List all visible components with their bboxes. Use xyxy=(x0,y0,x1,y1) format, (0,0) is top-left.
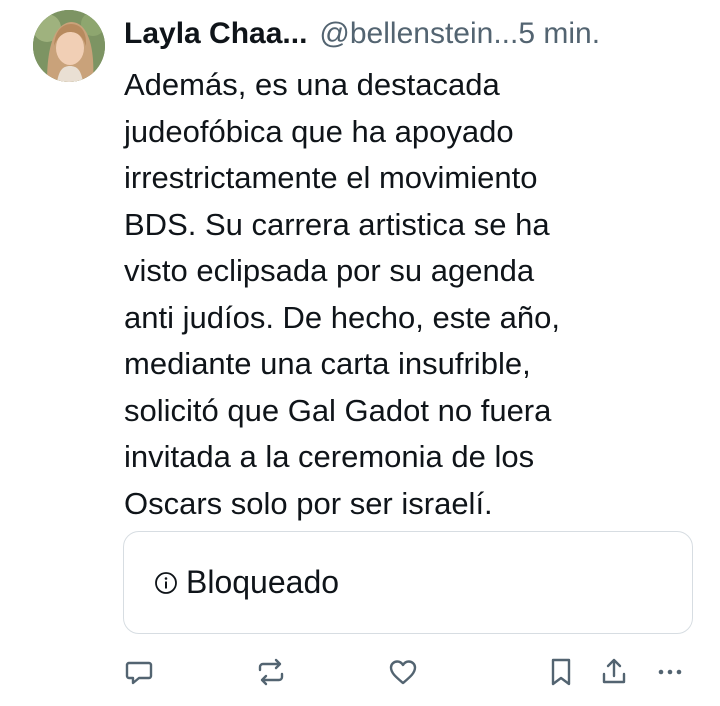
reply-button[interactable] xyxy=(123,656,155,688)
post-line: anti judíos. De hecho, este año, xyxy=(124,299,561,335)
avatar-photo xyxy=(33,10,105,82)
author-handle[interactable]: @bellenstein... xyxy=(319,14,518,54)
post-line: mediante una carta insufrible, xyxy=(124,346,531,381)
post-line: Oscars solo por ser israelí. xyxy=(124,485,493,521)
time-text: 5 min. xyxy=(518,17,601,50)
share-button[interactable] xyxy=(598,656,630,688)
post-line: judeofóbica que ha apoyado xyxy=(124,113,514,149)
retweet-icon xyxy=(258,658,284,686)
reply-icon xyxy=(125,661,153,685)
post-line: Además, es una destacada xyxy=(124,67,500,102)
timestamp[interactable]: 5 min. xyxy=(518,14,600,54)
author-name[interactable]: Layla Chaa... xyxy=(124,14,307,54)
like-button[interactable] xyxy=(387,656,419,688)
post-line: BDS. Su carrera artistica se ha xyxy=(124,206,550,242)
bookmark-icon xyxy=(551,658,571,686)
bookmark-button[interactable] xyxy=(545,656,577,688)
share-icon xyxy=(602,658,626,684)
post-line: invitada a la ceremonia de los xyxy=(124,439,535,474)
more-icon xyxy=(658,669,682,675)
post-line: solicitó que Gal Gadot no fuera xyxy=(124,392,552,428)
blocked-notice: Bloqueado xyxy=(154,564,339,601)
post-header: Layla Chaa... @bellenstein... 5 min. xyxy=(124,14,704,54)
post-line: visto eclipsada por su agenda xyxy=(124,253,535,288)
post-line: irrestrictamente el movimiento xyxy=(124,160,538,195)
blocked-label: Bloqueado xyxy=(186,564,340,600)
retweet-button[interactable] xyxy=(255,656,287,688)
heart-icon xyxy=(389,660,417,685)
info-icon xyxy=(155,571,177,594)
avatar[interactable] xyxy=(33,10,105,82)
action-bar xyxy=(0,650,720,694)
post-text: Además, es una destacada judeofóbica que… xyxy=(124,62,704,527)
more-button[interactable] xyxy=(654,656,686,688)
blocked-quote-card[interactable]: Bloqueado xyxy=(123,531,693,634)
